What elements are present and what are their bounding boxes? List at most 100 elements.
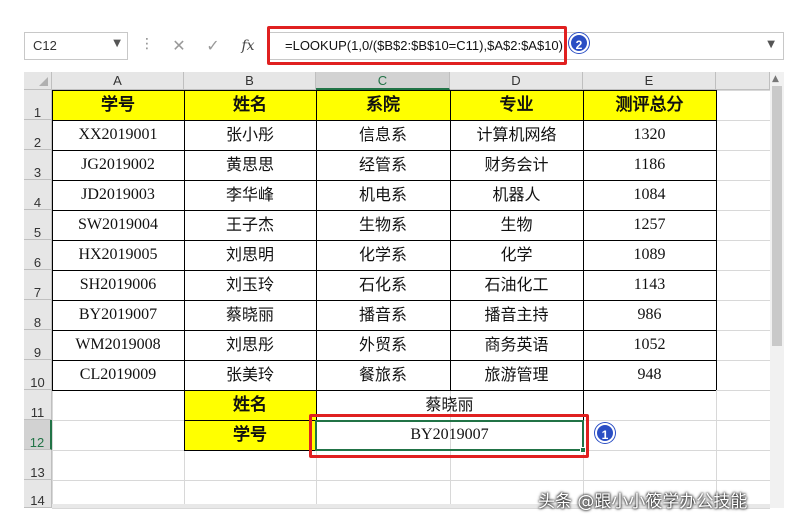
table-cell[interactable]: WM2019008	[52, 330, 184, 360]
table-cell[interactable]: 石化系	[316, 270, 450, 300]
table-cell[interactable]: XX2019001	[52, 120, 184, 150]
scroll-thumb[interactable]	[772, 86, 782, 346]
table-cell[interactable]: 餐旅系	[316, 360, 450, 390]
row-header-12[interactable]: 12	[24, 420, 52, 450]
table-cell[interactable]: 1186	[583, 150, 716, 180]
step-badge-2: 2	[569, 33, 589, 53]
table-header-cell[interactable]: 测评总分	[583, 90, 716, 120]
table-cell[interactable]: 刘思彤	[184, 330, 316, 360]
table-header-cell[interactable]: 学号	[52, 90, 184, 120]
table-cell[interactable]: 张小彤	[184, 120, 316, 150]
table-cell[interactable]: 刘玉玲	[184, 270, 316, 300]
column-header-c[interactable]: C	[316, 72, 450, 90]
table-cell[interactable]: 旅游管理	[450, 360, 583, 390]
table-cell[interactable]: 李华峰	[184, 180, 316, 210]
cancel-icon[interactable]: ✕	[168, 35, 190, 57]
table-cell[interactable]: 1089	[583, 240, 716, 270]
formula-highlight-box	[267, 26, 567, 65]
table-cell[interactable]: 948	[583, 360, 716, 390]
column-header-b[interactable]: B	[184, 72, 316, 90]
table-cell[interactable]: 经管系	[316, 150, 450, 180]
table-cell[interactable]: 刘思明	[184, 240, 316, 270]
table-border-h	[52, 300, 716, 301]
table-border-v	[316, 90, 317, 390]
lookup-name-label: 姓名	[184, 390, 316, 420]
table-border-h	[52, 90, 716, 91]
table-header-cell[interactable]: 系院	[316, 90, 450, 120]
table-cell[interactable]: JG2019002	[52, 150, 184, 180]
column-header-a[interactable]: A	[52, 72, 184, 90]
table-cell[interactable]: 商务英语	[450, 330, 583, 360]
insert-function-button[interactable]: fx	[236, 35, 260, 57]
table-border-v	[184, 90, 185, 390]
table-cell[interactable]: 播音主持	[450, 300, 583, 330]
table-cell[interactable]: 1052	[583, 330, 716, 360]
table-cell[interactable]: 机器人	[450, 180, 583, 210]
table-border-v	[583, 90, 584, 390]
table-cell[interactable]: CL2019009	[52, 360, 184, 390]
table-cell[interactable]: 财务会计	[450, 150, 583, 180]
table-cell[interactable]: 外贸系	[316, 330, 450, 360]
lookup-border-h	[184, 390, 583, 391]
table-cell[interactable]: 986	[583, 300, 716, 330]
table-cell[interactable]: 蔡晓丽	[184, 300, 316, 330]
vertical-scrollbar[interactable]: ▲	[770, 72, 784, 508]
table-cell[interactable]: 王子杰	[184, 210, 316, 240]
table-header-cell[interactable]: 专业	[450, 90, 583, 120]
row-header-10[interactable]: 10	[24, 360, 52, 390]
table-cell[interactable]: 1320	[583, 120, 716, 150]
table-cell[interactable]: 生物系	[316, 210, 450, 240]
table-border-h	[52, 360, 716, 361]
table-cell[interactable]: 石油化工	[450, 270, 583, 300]
row-header-2[interactable]: 2	[24, 120, 52, 150]
select-all-corner[interactable]	[24, 72, 52, 90]
table-border-h	[52, 240, 716, 241]
row-header-8[interactable]: 8	[24, 300, 52, 330]
table-border-h	[52, 330, 716, 331]
table-border-h	[52, 270, 716, 271]
table-cell[interactable]: BY2019007	[52, 300, 184, 330]
table-cell[interactable]: 1257	[583, 210, 716, 240]
table-cell[interactable]: 化学	[450, 240, 583, 270]
table-cell[interactable]: 1143	[583, 270, 716, 300]
table-cell[interactable]: 信息系	[316, 120, 450, 150]
table-cell[interactable]: SH2019006	[52, 270, 184, 300]
chevron-down-icon[interactable]: ▼	[113, 38, 121, 49]
table-cell[interactable]: 化学系	[316, 240, 450, 270]
select-all-icon	[39, 77, 48, 86]
row-header-4[interactable]: 4	[24, 180, 52, 210]
table-cell[interactable]: 黄思思	[184, 150, 316, 180]
table-cell[interactable]: 1084	[583, 180, 716, 210]
table-cell[interactable]: 张美玲	[184, 360, 316, 390]
name-box[interactable]: C12 ▼	[24, 32, 128, 60]
row-header-13[interactable]: 13	[24, 450, 52, 480]
table-cell[interactable]: SW2019004	[52, 210, 184, 240]
row-header-5[interactable]: 5	[24, 210, 52, 240]
table-border-v	[450, 90, 451, 390]
table-cell[interactable]: 生物	[450, 210, 583, 240]
row-header-3[interactable]: 3	[24, 150, 52, 180]
row-header-9[interactable]: 9	[24, 330, 52, 360]
table-header-cell[interactable]: 姓名	[184, 90, 316, 120]
row-header-1[interactable]: 1	[24, 90, 52, 120]
table-cell[interactable]: 播音系	[316, 300, 450, 330]
table-border-h	[52, 120, 716, 121]
table-cell[interactable]: HX2019005	[52, 240, 184, 270]
table-border-v	[52, 90, 53, 390]
row-header-11[interactable]: 11	[24, 390, 52, 420]
enter-icon[interactable]: ✓	[202, 35, 224, 57]
more-options-icon[interactable]: ⋮	[140, 36, 154, 52]
table-cell[interactable]: 机电系	[316, 180, 450, 210]
row-header-6[interactable]: 6	[24, 240, 52, 270]
scroll-up-icon[interactable]: ▲	[772, 74, 779, 84]
column-header-e[interactable]: E	[583, 72, 716, 90]
table-border-h	[52, 210, 716, 211]
row-header-14[interactable]: 14	[24, 480, 52, 508]
table-cell[interactable]: 计算机网络	[450, 120, 583, 150]
column-header-d[interactable]: D	[450, 72, 583, 90]
lookup-id-label: 学号	[184, 420, 316, 450]
column-header-blank	[716, 72, 770, 90]
row-header-7[interactable]: 7	[24, 270, 52, 300]
expand-formula-bar-icon[interactable]: ▼	[767, 39, 775, 50]
table-cell[interactable]: JD2019003	[52, 180, 184, 210]
